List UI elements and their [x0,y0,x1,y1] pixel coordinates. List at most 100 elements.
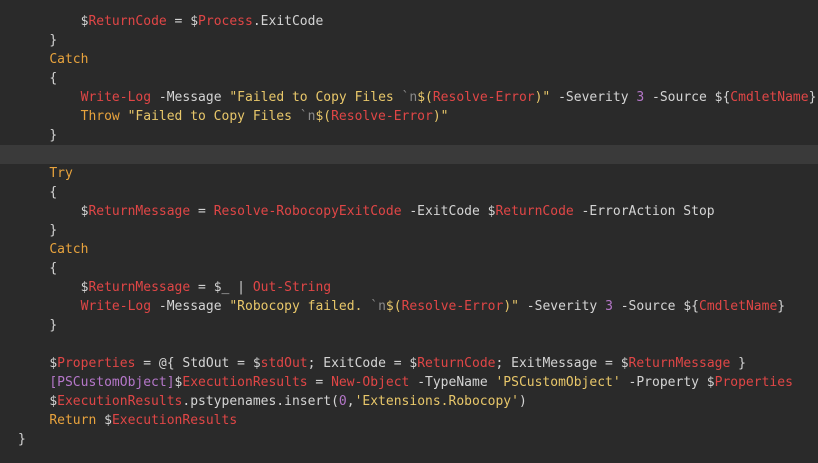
code-line[interactable]: Write-Log -Message "Failed to Copy Files… [0,88,818,107]
code-token: Properties [714,375,793,390]
code-token: ExecutionResults [182,375,308,390]
code-token: -Severity [550,90,637,105]
code-line[interactable]: [PSCustomObject] $ ExecutionResults = New-… [0,373,818,392]
code-token: $( [385,299,402,314]
code-line[interactable]: $ReturnCode = $Process.ExitCode [0,12,818,31]
code-token: Properties [57,356,136,371]
code-token: | [229,280,253,295]
code-token: $ [104,413,112,428]
code-line[interactable]: Return $ExecutionResults [0,411,818,430]
code-token: Resolve-Error [401,299,504,314]
code-token: } [49,223,58,238]
code-token: 3 [605,299,613,314]
code-token: $ [706,375,715,390]
code-token: $ [190,14,199,29]
code-token: Catch [49,242,89,257]
code-token: ExecutionResults [111,413,238,428]
code-token: -Message [151,90,230,105]
code-token: $( [417,90,433,105]
code-token: ReturnMessage [88,280,191,295]
code-line[interactable]: } [0,126,818,145]
code-token: "Failed to Copy Files [127,109,300,124]
code-token: Out-String [252,280,332,295]
code-line[interactable]: { [0,183,818,202]
code-line[interactable]: Throw "Failed to Copy Files `n$(Resolve-… [0,107,818,126]
code-token: Resolve-RobocopyExitCode [213,204,402,219]
code-token: )" [503,299,519,314]
code-token: Write-Log [80,299,152,314]
code-line[interactable]: $ReturnMessage = Resolve-RobocopyExitCod… [0,202,818,221]
code-token: $ [49,356,58,371]
code-line[interactable]: } [0,221,818,240]
code-token: )" [432,109,449,124]
code-line[interactable]: Write-Log -Message "Robocopy failed. `n$… [0,297,818,316]
code-line[interactable] [0,145,818,164]
code-line[interactable]: $ExecutionResults.pstypenames.insert(0,'… [0,392,818,411]
code-line[interactable]: } [0,31,818,50]
code-token: = @{ StdOut = [135,356,253,371]
code-line[interactable]: Try [0,164,818,183]
code-line[interactable]: $ReturnMessage = $_ | Out-String [0,278,818,297]
code-token: CmdletName [699,299,778,314]
code-token: = [307,375,332,390]
code-token: -Severity [518,299,606,314]
code-token: -ErrorAction Stop [573,204,715,219]
code-token: Resolve-Error [432,90,535,105]
code-token: } [49,33,58,48]
code-line[interactable]: Catch [0,50,818,69]
code-token: } [49,128,58,143]
code-token: = [190,204,214,219]
code-token: ; ExitCode = [307,356,410,371]
code-token: ReturnCode [88,14,167,29]
code-line[interactable]: { [0,69,818,88]
code-token: stdOut [260,356,308,371]
code-token: 'Extensions.Robocopy' [354,394,519,409]
code-line[interactable]: } [0,430,818,449]
code-token: } [730,356,746,371]
code-token: .ExitCode [252,14,324,29]
code-token: Return [49,413,97,428]
code-token: $_ [213,280,230,295]
code-token: Write-Log [80,90,152,105]
code-token: 3 [636,90,645,105]
code-token: } [777,299,786,314]
code-line[interactable] [0,335,818,354]
code-token: -Source [644,90,715,105]
code-token: Catch [49,52,89,67]
code-line[interactable]: } [0,316,818,335]
code-token: `n [401,90,418,105]
code-line[interactable]: $Properties = @{ StdOut = $stdOut; ExitC… [0,354,818,373]
code-token: = [166,14,191,29]
code-token: { [49,261,58,276]
code-token: , [346,394,355,409]
code-editor[interactable]: $ReturnCode = $Process.ExitCode } Catch … [0,0,818,463]
code-token: Try [49,166,73,181]
code-token: ExecutionResults [57,394,183,409]
code-token: `n [370,299,386,314]
code-token: { [49,185,58,200]
code-token: .pstypenames.insert( [182,394,339,409]
code-token: ReturnCode [495,204,574,219]
code-token: -Source [612,299,684,314]
code-token: { [49,71,58,86]
code-line[interactable]: { [0,259,818,278]
code-token: CmdletName [730,90,809,105]
code-line[interactable]: Catch [0,240,818,259]
